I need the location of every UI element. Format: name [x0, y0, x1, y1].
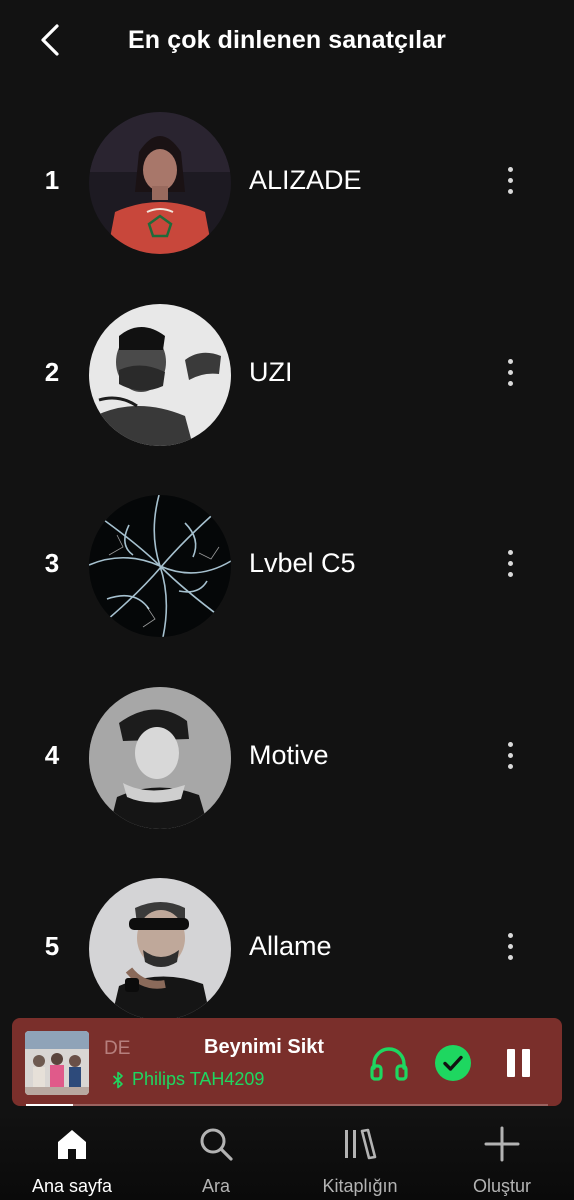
- dot-icon: [507, 380, 513, 386]
- dot-icon: [507, 741, 513, 747]
- artist-name: Allame: [249, 931, 332, 961]
- connect-device-button[interactable]: [368, 1042, 410, 1084]
- artist-name: Lvbel C5: [249, 548, 356, 578]
- more-options-button[interactable]: [494, 545, 526, 581]
- pause-button[interactable]: [500, 1044, 536, 1082]
- device-name: Philips TAH4209: [132, 1069, 265, 1089]
- artist-row[interactable]: 3 Lvbel C5: [0, 493, 574, 639]
- bottom-nav: Ana sayfa Ara Kitaplığın Oluştur: [0, 1112, 574, 1200]
- artist-rank: 4: [44, 740, 60, 770]
- page-title: En çok dinlenen sanatçılar: [128, 26, 446, 54]
- artist-rank: 3: [44, 548, 60, 578]
- more-options-button[interactable]: [494, 162, 526, 198]
- dot-icon: [507, 358, 513, 364]
- dot-icon: [507, 571, 513, 577]
- artist-avatar[interactable]: [89, 112, 231, 254]
- pause-icon-bar: [506, 1049, 515, 1077]
- artist-avatar[interactable]: [89, 304, 231, 446]
- saved-to-library-button[interactable]: [434, 1044, 472, 1082]
- dot-icon: [507, 763, 513, 769]
- search-icon: [200, 1128, 233, 1161]
- pause-icon-bar: [521, 1049, 530, 1077]
- dot-icon: [507, 560, 513, 566]
- now-playing-bar[interactable]: DE Beynimi Sikt Philips TAH4209: [12, 1018, 562, 1106]
- title-fade: [320, 1036, 348, 1062]
- artist-name: UZI: [249, 357, 293, 387]
- artist-name: ALIZADE: [249, 165, 362, 195]
- nav-label: Ana sayfa: [31, 1176, 113, 1196]
- artist-row[interactable]: 1 ALIZADE: [0, 110, 574, 256]
- dot-icon: [507, 166, 513, 172]
- dot-icon: [507, 177, 513, 183]
- check-circle-icon: [435, 1045, 471, 1081]
- artist-rank: 2: [44, 357, 60, 387]
- artist-row[interactable]: 2 UZI: [0, 302, 574, 448]
- artist-rank: 1: [44, 165, 60, 195]
- now-playing-title: Beynimi Sikt: [204, 1036, 325, 1058]
- album-art[interactable]: [25, 1031, 89, 1095]
- more-options-button[interactable]: [494, 354, 526, 390]
- headphones-icon: [370, 1047, 408, 1081]
- dot-icon: [507, 549, 513, 555]
- playback-progress-fill: [26, 1104, 73, 1106]
- dot-icon: [507, 943, 513, 949]
- now-playing-title-prefix: DE: [104, 1038, 131, 1059]
- dot-icon: [507, 752, 513, 758]
- artist-row[interactable]: 4 Motive: [0, 685, 574, 831]
- artist-avatar[interactable]: [89, 687, 231, 829]
- nav-label: Oluştur: [472, 1176, 532, 1196]
- library-icon: [345, 1128, 377, 1160]
- artist-rank: 5: [44, 931, 60, 961]
- connected-device[interactable]: Philips TAH4209: [112, 1069, 264, 1090]
- dot-icon: [507, 932, 513, 938]
- now-playing-title-marquee: DE Beynimi Sikt: [104, 1036, 348, 1062]
- nav-label: Ara: [201, 1176, 230, 1196]
- home-icon: [58, 1130, 86, 1159]
- header: En çok dinlenen sanatçılar: [0, 0, 574, 84]
- dot-icon: [507, 188, 513, 194]
- nav-search[interactable]: Ara: [156, 1124, 276, 1200]
- artist-name: Motive: [249, 740, 329, 770]
- artist-avatar[interactable]: [89, 878, 231, 1020]
- nav-home[interactable]: Ana sayfa: [12, 1124, 132, 1200]
- more-options-button[interactable]: [494, 737, 526, 773]
- plus-icon: [484, 1126, 520, 1162]
- nav-label: Kitaplığın: [322, 1176, 398, 1196]
- artist-row[interactable]: 5 Allame: [0, 876, 574, 1022]
- more-options-button[interactable]: [494, 928, 526, 964]
- artist-avatar[interactable]: [89, 495, 231, 637]
- dot-icon: [507, 954, 513, 960]
- bluetooth-icon: [112, 1071, 123, 1088]
- nav-create[interactable]: Oluştur: [442, 1124, 562, 1200]
- playback-progress-bar[interactable]: [26, 1104, 548, 1106]
- nav-library[interactable]: Kitaplığın: [300, 1124, 420, 1200]
- dot-icon: [507, 369, 513, 375]
